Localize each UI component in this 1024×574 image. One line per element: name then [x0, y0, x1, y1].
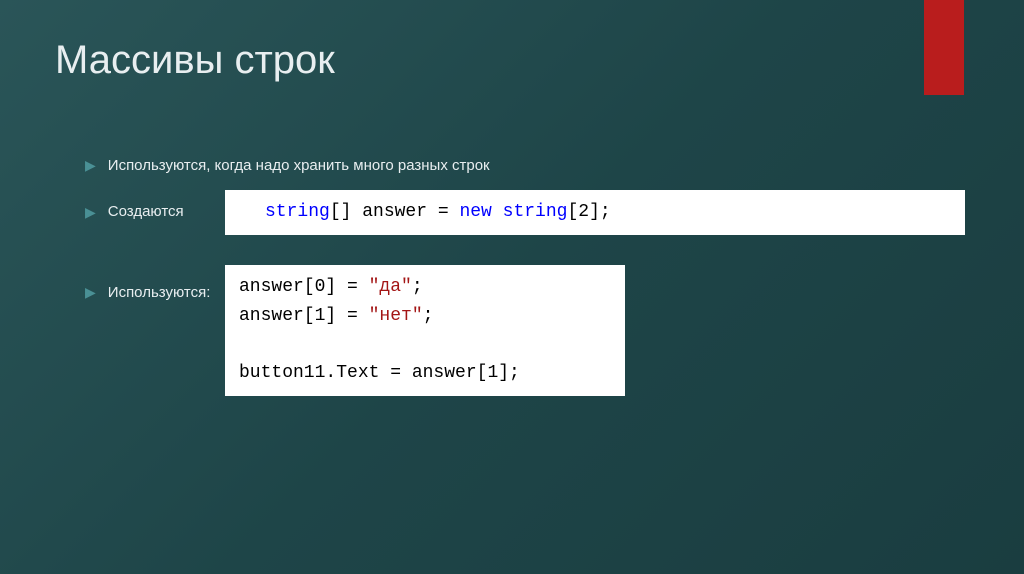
code-text: [2]; — [567, 202, 610, 222]
code-block-declaration: string[] answer = new string[2]; — [225, 190, 965, 235]
code-text: button11.Text = answer[1]; — [239, 363, 520, 383]
bullet-text-3: Используются: — [108, 282, 211, 303]
code-text: answer[1] = — [239, 306, 369, 326]
code-string: "да" — [369, 277, 412, 297]
code-text: ; — [412, 277, 423, 297]
code-text: [] answer = — [330, 202, 460, 222]
code-string: "нет" — [369, 306, 423, 326]
code-text: answer[0] = — [239, 277, 369, 297]
bullet-arrow-icon: ▶ — [85, 204, 96, 221]
bullet-arrow-icon: ▶ — [85, 284, 96, 301]
code-text: ; — [423, 306, 434, 326]
accent-bar — [924, 0, 964, 95]
code-keyword: new — [459, 202, 491, 222]
code-block-usage: answer[0] = "да"; answer[1] = "нет"; but… — [225, 265, 625, 396]
code-text — [492, 202, 503, 222]
bullet-text-2: Создаются — [108, 201, 184, 222]
slide-title: Массивы строк — [55, 38, 335, 83]
bullet-text-1: Используются, когда надо хранить много р… — [108, 155, 490, 176]
code-keyword: string — [503, 202, 568, 222]
code-keyword: string — [265, 202, 330, 222]
bullet-arrow-icon: ▶ — [85, 157, 96, 174]
bullet-item-1: ▶ Используются, когда надо хранить много… — [85, 155, 969, 176]
